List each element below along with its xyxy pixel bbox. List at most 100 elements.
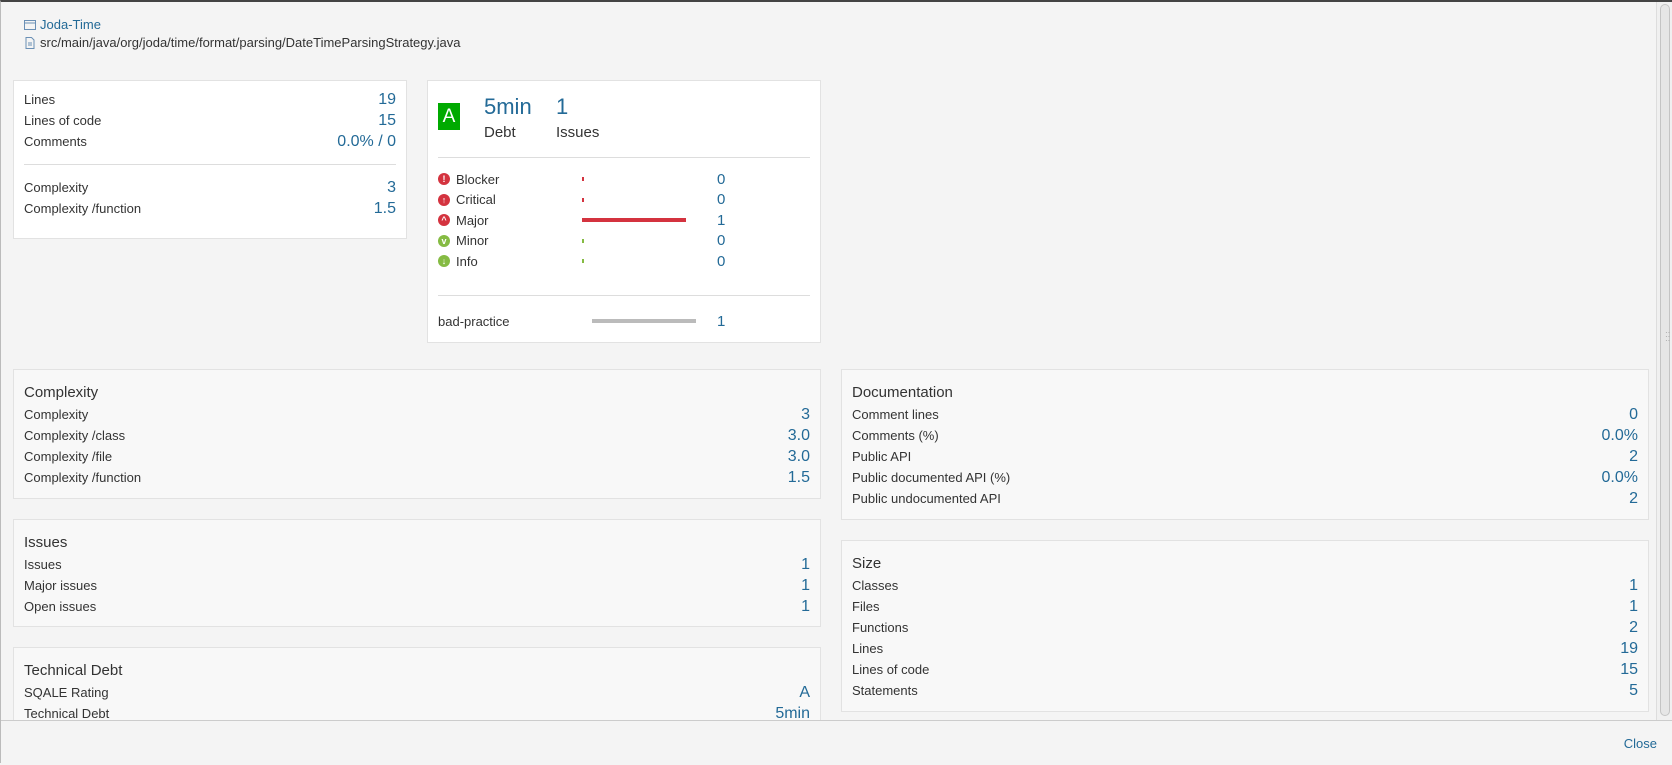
issues-measures-panel: Issues Issues 1 Major issues 1 Open issues 1	[13, 519, 821, 627]
measure-label: Comments	[24, 134, 87, 149]
issues-value[interactable]: 1	[556, 94, 568, 120]
grip-icon: ·· ·· ··	[1665, 328, 1671, 345]
measure-row: Issues 1	[24, 556, 810, 577]
measure-label: Public documented API (%)	[852, 470, 1011, 485]
measure-row: Statements 5	[852, 682, 1638, 703]
measure-value[interactable]: 2	[1629, 619, 1638, 637]
measure-value[interactable]: 1.5	[788, 469, 810, 487]
measure-value[interactable]: 3.0	[788, 427, 810, 445]
severity-value[interactable]: 0	[717, 191, 725, 208]
severity-row-minor[interactable]: v Minor 0	[438, 231, 788, 251]
measure-label: Major issues	[24, 578, 97, 593]
measure-label: Public API	[852, 449, 912, 464]
scrollbar-thumb[interactable]: ·· ·· ··	[1660, 4, 1670, 716]
measure-value[interactable]: 2	[1629, 448, 1638, 466]
measure-value[interactable]: 3.0	[788, 448, 810, 466]
measure-value[interactable]: 1	[1629, 598, 1638, 616]
summary-row: Lines of code 15	[24, 112, 396, 133]
project-link[interactable]: Joda-Time	[40, 17, 101, 32]
measure-value[interactable]: 0.0%	[1602, 427, 1638, 445]
measure-value[interactable]: 0	[1629, 406, 1638, 424]
complexity-panel: Complexity Complexity 3 Complexity /class 3…	[13, 369, 821, 499]
measure-value[interactable]: 5	[1629, 682, 1638, 700]
measure-value[interactable]: 1.5	[374, 200, 396, 218]
severity-value[interactable]: 0	[717, 253, 725, 270]
measure-value[interactable]: 19	[1620, 640, 1638, 658]
measure-label: Issues	[24, 557, 62, 572]
source-viewer-modal: Joda-Time src/main/java/org/joda/time/fo…	[0, 0, 1672, 765]
severity-row-info[interactable]: ↓ Info 0	[438, 251, 788, 271]
measure-value[interactable]: 15	[1620, 661, 1638, 679]
measure-label: Complexity	[24, 407, 89, 422]
measure-row: Complexity /function 1.5	[24, 469, 810, 490]
file-path: src/main/java/org/joda/time/format/parsi…	[40, 35, 461, 50]
measure-value[interactable]: 15	[378, 112, 396, 130]
severity-row-critical[interactable]: ↑ Critical 0	[438, 190, 788, 210]
measure-label: Complexity /function	[24, 470, 142, 485]
major-icon: ^	[438, 214, 450, 226]
measure-value[interactable]: 1	[801, 577, 810, 595]
measure-value[interactable]: 1	[1629, 577, 1638, 595]
measure-label: Open issues	[24, 599, 97, 614]
summary-row: Lines 19	[24, 91, 396, 112]
measure-row: Open issues 1	[24, 598, 810, 619]
measure-label: Classes	[852, 578, 899, 593]
divider	[24, 164, 396, 165]
debt-value[interactable]: 5min	[484, 94, 532, 120]
severity-value[interactable]: 0	[717, 232, 725, 249]
measure-row: Lines 19	[852, 640, 1638, 661]
severity-bar	[582, 218, 686, 222]
divider	[438, 157, 810, 158]
critical-icon: ↑	[438, 193, 450, 206]
severity-value[interactable]: 1	[717, 212, 725, 229]
measure-value[interactable]: 5min	[775, 705, 810, 720]
debt-label: Debt	[484, 124, 516, 141]
measure-label: Lines of code	[24, 113, 102, 128]
measure-value[interactable]: 3	[387, 179, 396, 197]
measure-row: Complexity /file 3.0	[24, 448, 810, 469]
measure-value[interactable]: 1	[801, 556, 810, 574]
measure-label: Comment lines	[852, 407, 939, 422]
measure-value[interactable]: A	[799, 684, 810, 702]
measure-row: Major issues 1	[24, 577, 810, 598]
panel-title: Technical Debt	[24, 662, 123, 679]
severity-row-blocker[interactable]: ! Blocker 0	[438, 169, 788, 189]
measure-value[interactable]: 0.0% / 0	[337, 133, 396, 151]
measure-label: Complexity	[24, 180, 89, 195]
severity-label: Major	[456, 212, 489, 228]
close-button[interactable]: Close	[1624, 736, 1657, 751]
summary-panel: Lines 19 Lines of code 15 Comments 0.0% / 0 C…	[13, 80, 407, 239]
severity-label: Critical	[456, 192, 496, 207]
measure-row: Lines of code 15	[852, 661, 1638, 682]
vertical-scrollbar[interactable]: ·· ·· ··	[1656, 2, 1672, 720]
measure-label: Lines	[852, 641, 884, 656]
measure-value[interactable]: 1	[801, 598, 810, 616]
divider	[438, 295, 810, 296]
severity-label: Info	[456, 253, 478, 269]
panel-title: Issues	[24, 534, 68, 551]
severity-row-major[interactable]: ^ Major 1	[438, 210, 788, 230]
measure-row: Public API 2	[852, 448, 1638, 469]
panel-title: Complexity	[24, 384, 99, 401]
tag-row-bad-practice[interactable]: bad-practice 1	[438, 311, 788, 331]
blocker-icon: !	[438, 173, 450, 185]
tag-label: bad-practice	[438, 313, 510, 329]
tag-value[interactable]: 1	[717, 313, 725, 330]
measure-value[interactable]: 2	[1629, 490, 1638, 508]
measure-value[interactable]: 0.0%	[1602, 469, 1638, 487]
project-icon	[23, 18, 37, 32]
measure-label: Public undocumented API	[852, 491, 1001, 506]
measure-label: Lines	[24, 92, 56, 107]
measure-row: Files 1	[852, 598, 1638, 619]
severity-value[interactable]: 0	[717, 171, 725, 188]
measure-label: Complexity /function	[24, 201, 142, 216]
sqale-rating-badge[interactable]: A	[438, 103, 460, 130]
minor-icon: v	[438, 234, 450, 247]
measure-value[interactable]: 19	[378, 91, 396, 109]
size-panel: Size Classes 1 Files 1 Functions 2 Lines 19 Line…	[841, 540, 1649, 712]
measure-label: Lines of code	[852, 662, 930, 677]
measure-label: Files	[852, 599, 880, 614]
severity-bar	[582, 238, 584, 243]
measure-value[interactable]: 3	[801, 406, 810, 424]
file-icon	[23, 36, 37, 50]
